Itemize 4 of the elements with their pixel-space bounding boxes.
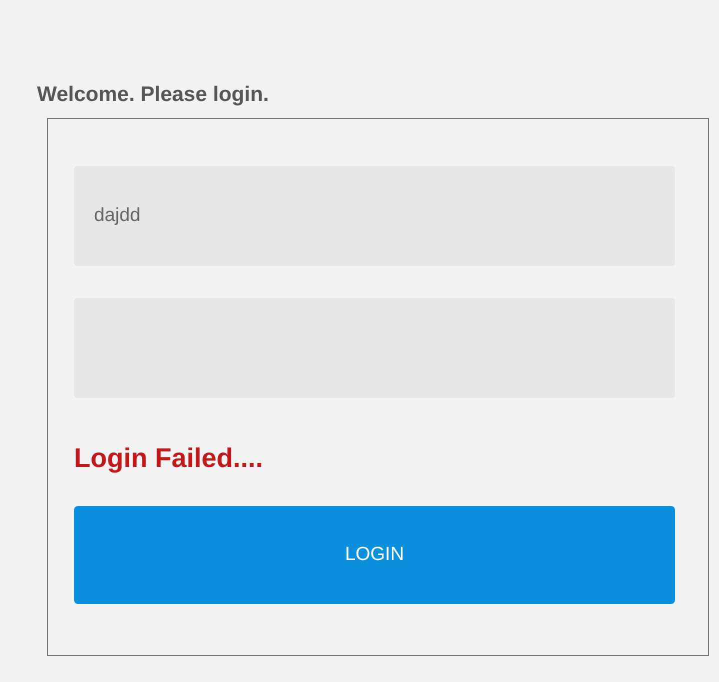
login-button[interactable]: LOGIN [74, 506, 675, 604]
username-field[interactable]: dajdd [74, 166, 675, 266]
page-heading: Welcome. Please login. [37, 82, 269, 108]
error-message: Login Failed.... [74, 442, 263, 475]
